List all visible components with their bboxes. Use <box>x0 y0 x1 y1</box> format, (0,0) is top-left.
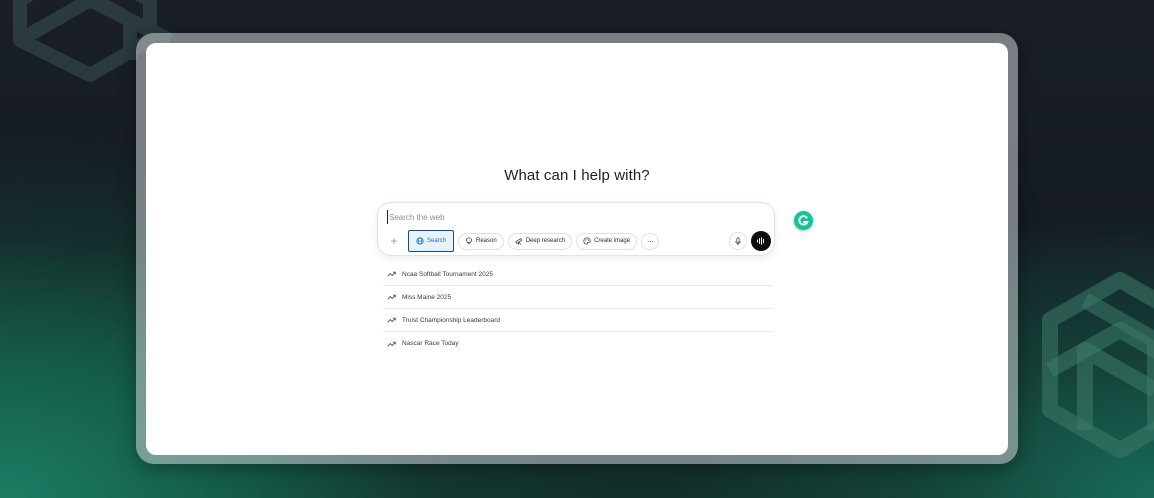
palette-icon <box>583 237 591 245</box>
chat-window: What can I help with? + Search Re <box>146 43 1008 455</box>
trending-icon <box>387 341 396 347</box>
voice-mode-button[interactable] <box>751 231 771 251</box>
search-tool-button[interactable]: Search <box>408 230 455 252</box>
trending-icon <box>387 317 396 323</box>
add-attachment-button[interactable]: + <box>386 232 402 250</box>
deep-research-tool-label: Deep research <box>525 238 566 244</box>
reason-tool-button[interactable]: Reason <box>458 232 504 250</box>
create-image-tool-button[interactable]: Create image <box>576 232 638 250</box>
telescope-icon <box>514 238 523 245</box>
dictate-button[interactable] <box>729 232 747 250</box>
microphone-icon <box>735 236 741 245</box>
globe-icon <box>416 237 424 245</box>
grammarly-button[interactable] <box>794 211 813 230</box>
suggestion-item[interactable]: Truist Championship Leaderboard <box>383 309 772 332</box>
lightbulb-icon <box>466 237 472 245</box>
reason-tool-label: Reason <box>476 238 497 244</box>
trending-icon <box>387 271 396 277</box>
create-image-tool-label: Create image <box>594 238 631 244</box>
more-tools-button[interactable]: ··· <box>641 232 660 250</box>
suggestion-label: Nascar Race Today <box>402 340 459 347</box>
grammarly-icon <box>798 215 809 226</box>
search-tool-label: Search <box>427 238 447 244</box>
suggestion-item[interactable]: Nascar Race Today <box>383 332 772 355</box>
trending-icon <box>387 294 396 300</box>
deep-research-tool-button[interactable]: Deep research <box>507 232 573 250</box>
composer-toolbar: + Search Reason Deep research Create ima… <box>386 230 660 252</box>
suggestion-label: Ncaa Softball Tournament 2025 <box>402 270 493 278</box>
prompt-composer: + Search Reason <box>377 202 775 256</box>
suggestion-item[interactable]: Ncaa Softball Tournament 2025 <box>383 263 772 286</box>
trending-suggestions: Ncaa Softball Tournament 2025 Miss Maine… <box>383 263 772 355</box>
suggestion-label: Truist Championship Leaderboard <box>402 316 501 324</box>
page-title: What can I help with? <box>504 167 650 184</box>
more-dots-icon: ··· <box>646 236 654 246</box>
plus-icon: + <box>390 234 398 248</box>
background-logo-icon <box>1042 272 1154 458</box>
suggestion-item[interactable]: Miss Maine 2025 <box>383 286 772 309</box>
prompt-input[interactable] <box>387 210 689 224</box>
waveform-icon <box>757 237 764 245</box>
suggestion-label: Miss Maine 2025 <box>402 293 452 301</box>
